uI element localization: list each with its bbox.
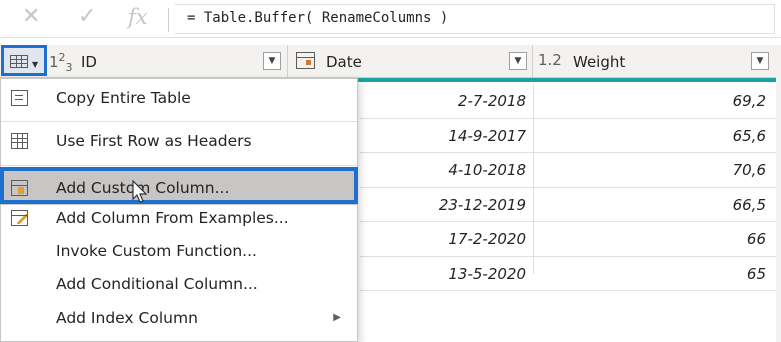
custom-column-icon [11,180,28,196]
menu-item-use-first-row-as-headers[interactable]: Use First Row as Headers [1,124,357,158]
menu-item-label: Copy Entire Table [56,89,191,107]
column-quality-bar [288,78,776,82]
column-header-row: ▼ 123 ID ▼ Date ▼ 1.2 Weight ▼ [0,45,781,78]
fx-icon[interactable]: fx [128,5,148,29]
weight-cell[interactable]: 69,2 [534,84,774,118]
formula-input[interactable]: = Table.Buffer( RenameColumns ) [175,4,775,34]
menu-item-add-column-from-examples[interactable]: Add Column From Examples... [1,201,357,235]
menu-item-label: Add Conditional Column... [56,275,258,293]
table-row[interactable]: 4-10-2018 70,6 [360,153,776,188]
cancel-icon[interactable]: ✕ [22,4,40,29]
date-cell[interactable]: 23-12-2019 [360,188,532,222]
table-row[interactable]: 2-7-2018 69,2 [360,84,776,119]
table-row[interactable]: 17-2-2020 66 [360,222,776,257]
menu-item-add-index-column[interactable]: Add Index Column ▶ [1,301,357,335]
date-cell[interactable]: 2-7-2018 [360,84,532,118]
filter-dropdown-icon[interactable]: ▼ [509,52,527,70]
table-row[interactable]: 14-9-2017 65,6 [360,119,776,153]
filter-dropdown-icon[interactable]: ▼ [263,52,281,70]
date-cell[interactable]: 4-10-2018 [360,153,532,187]
menu-item-copy-entire-table[interactable]: Copy Entire Table [1,81,357,115]
menu-separator [1,165,357,166]
column-name: Weight [573,53,626,71]
menu-separator [1,121,357,122]
menu-item-invoke-custom-function[interactable]: Invoke Custom Function... [1,234,357,268]
date-cell[interactable]: 17-2-2020 [360,222,532,256]
column-header-id[interactable]: 123 ID ▼ [49,45,287,78]
decimal-type-icon[interactable]: 1.2 [538,51,562,69]
menu-item-label: Use First Row as Headers [56,132,252,150]
vertical-scrollbar-track[interactable] [776,45,781,342]
table-context-menu: Copy Entire Table Use First Row as Heade… [0,78,358,342]
chevron-down-icon: ▼ [32,60,39,69]
menu-item-add-custom-column[interactable]: Add Custom Column... [1,171,357,205]
table-row[interactable]: 13-5-2020 65 [360,257,776,291]
column-gridline [533,84,534,274]
weight-cell[interactable]: 66,5 [534,188,774,222]
copy-icon [11,90,28,106]
column-header-weight[interactable]: 1.2 Weight ▼ [533,45,776,78]
weight-cell[interactable]: 65,6 [534,119,774,153]
menu-item-label: Add Index Column [56,309,198,327]
date-cell[interactable]: 13-5-2020 [360,257,532,291]
column-name: Date [326,53,362,71]
column-header-date[interactable]: Date ▼ [288,45,531,78]
menu-item-add-conditional-column[interactable]: Add Conditional Column... [1,267,357,301]
formula-bar-divider [168,8,169,32]
weight-cell[interactable]: 70,6 [534,153,774,187]
weight-cell[interactable]: 65 [534,257,774,291]
table-menu-button[interactable]: ▼ [1,45,47,76]
weight-cell[interactable]: 66 [534,222,774,256]
column-name: ID [81,53,97,71]
chevron-right-icon: ▶ [333,312,341,323]
menu-item-label: Invoke Custom Function... [56,242,257,260]
table-row[interactable]: 23-12-2019 66,5 [360,188,776,222]
confirm-icon[interactable]: ✓ [78,4,96,29]
data-grid: 2-7-2018 69,2 14-9-2017 65,6 4-10-2018 7… [360,84,776,291]
whole-number-type-icon[interactable]: 123 [49,51,73,74]
date-cell[interactable]: 14-9-2017 [360,119,532,153]
formula-bar: ✕ ✓ fx = Table.Buffer( RenameColumns ) [0,0,781,38]
filter-dropdown-icon[interactable]: ▼ [751,52,769,70]
menu-item-label: Add Column From Examples... [56,209,289,227]
table-icon [10,55,28,68]
table-grid-icon [11,133,28,149]
column-from-examples-icon [11,210,28,226]
mouse-pointer-icon [132,180,148,203]
